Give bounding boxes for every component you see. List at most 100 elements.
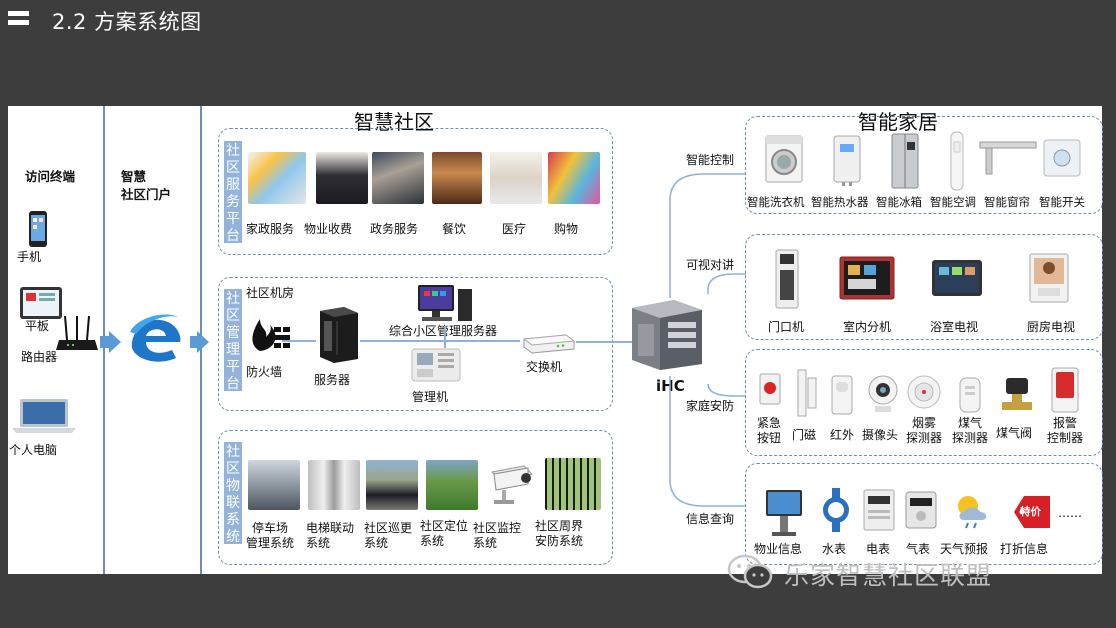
iot-label-perimeter: 社区周界 安防系统: [535, 519, 584, 548]
service-platform-tag: 社区服务平台: [224, 141, 242, 244]
server-label: 服务器: [314, 373, 351, 387]
security-label-infrared: 红外: [830, 428, 855, 442]
info-label-electric: 电表: [866, 542, 891, 556]
hub-connectors: [664, 170, 748, 510]
camera-icon: [866, 374, 900, 416]
admin-terminal-label: 管理机: [412, 390, 449, 404]
info-label-water: 水表: [822, 542, 847, 556]
security-label-valve: 煤气阀: [996, 426, 1033, 440]
infrared-sensor-icon: [830, 374, 854, 416]
intercom-label-door: 门口机: [768, 320, 805, 334]
link-firewall-server: [282, 340, 316, 342]
elevator-photo: [308, 460, 360, 510]
link-desktop: [444, 326, 446, 348]
cctv-camera-icon: [488, 462, 536, 506]
more-ellipsis: ……: [1058, 506, 1082, 520]
water-heater-icon: [830, 134, 864, 186]
service-label-property: 物业收费: [304, 222, 353, 236]
security-label-door: 门磁: [792, 428, 817, 442]
iot-label-parking: 停车场 管理系统: [245, 521, 294, 550]
home-security-label: 家庭安防: [686, 399, 735, 413]
service-label-housekeeping: 家政服务: [246, 222, 295, 236]
info-query-label: 信息查询: [686, 512, 735, 526]
laptop-label: 个人电脑: [9, 443, 58, 457]
water-meter-icon: [820, 488, 852, 532]
government-photo: [372, 152, 424, 204]
router-label: 路由器: [21, 350, 58, 364]
control-label-switch: 智能开关: [1039, 195, 1085, 209]
info-label-weather: 天气预报: [940, 542, 989, 556]
server-icon: [314, 305, 362, 363]
positioning-photo: [426, 460, 478, 510]
control-label-fridge: 智能冰箱: [876, 195, 922, 209]
security-label-camera: 摄像头: [862, 428, 899, 442]
kiosk-icon: [764, 488, 804, 538]
intercom-label-bathroom: 浴室电视: [930, 320, 979, 334]
alarm-controller-icon: [1050, 366, 1080, 414]
firewall-label: 防火墙: [246, 365, 283, 379]
complex-server-label: 综合小区管理服务器: [389, 324, 498, 338]
firewall-icon: [248, 315, 292, 353]
gas-valve-icon: [1000, 376, 1034, 416]
switch-label: 交换机: [526, 360, 563, 374]
iot-label-patrol: 社区巡更 系统: [364, 521, 413, 550]
discount-badge-text: 特价: [1020, 506, 1041, 518]
security-label-gas: 煤气 探测器: [951, 416, 988, 445]
kitchen-tv-icon: [1028, 252, 1070, 304]
gas-detector-icon: [958, 376, 982, 414]
washing-machine-icon: [764, 134, 804, 184]
admin-terminal-icon: [410, 347, 462, 383]
security-label-smoke: 烟雾 探测器: [905, 416, 942, 445]
phone-label: 手机: [17, 250, 42, 264]
intercom-label-kitchen: 厨房电视: [1027, 320, 1076, 334]
smart-switch-icon: [1042, 138, 1082, 178]
refrigerator-icon: [890, 132, 920, 190]
shopping-photo: [548, 152, 600, 204]
service-label-dining: 餐饮: [442, 222, 467, 236]
iot-label-positioning: 社区定位 系统: [420, 519, 469, 548]
medical-photo: [490, 152, 542, 204]
portal-title-2: 社区门户: [121, 187, 172, 202]
machine-room-label: 社区机房: [246, 286, 295, 300]
page-title: 2.2 方案系统图: [52, 10, 202, 34]
control-label-washer: 智能洗衣机: [747, 195, 805, 209]
electric-meter-icon: [862, 488, 896, 532]
laptop-icon: [12, 398, 76, 434]
ie-browser-icon: [128, 312, 186, 364]
security-label-emergency: 紧急 按钮: [756, 416, 781, 445]
iot-label-elevator: 电梯联动 系统: [306, 521, 355, 550]
patrol-photo: [366, 460, 418, 510]
menu-icon[interactable]: [8, 11, 29, 27]
info-label-gas: 气表: [906, 542, 931, 556]
control-label-ac: 智能空调: [930, 195, 976, 209]
management-platform-tag: 社区管理平台: [224, 289, 242, 392]
service-label-medical: 医疗: [502, 222, 527, 236]
phone-icon: [28, 210, 48, 248]
intercom-label-indoor: 室内分机: [843, 320, 892, 334]
service-label-government: 政务服务: [370, 222, 419, 236]
bathroom-tv-icon: [930, 258, 984, 298]
tablet-label: 平板: [25, 319, 50, 333]
door-sensor-icon: [796, 368, 818, 418]
iot-system-tag: 社区物联系统: [224, 442, 242, 545]
dining-photo: [432, 152, 482, 204]
access-title: 访问终端: [25, 169, 76, 184]
indoor-monitor-icon: [838, 255, 896, 301]
gas-meter-icon: [904, 490, 938, 530]
parking-photo: [248, 460, 300, 510]
link-switch-ihc: [576, 341, 632, 343]
perimeter-fence-photo: [545, 458, 601, 510]
portal-title-1: 智慧: [121, 169, 147, 184]
router-icon: [56, 314, 98, 354]
property-fee-photo: [316, 152, 368, 204]
desktop-computer-icon: [416, 283, 474, 325]
watermark-text: 乐家智慧社区联盟: [784, 561, 993, 590]
info-label-discount: 打折信息: [1000, 542, 1049, 556]
housekeeping-photo: [248, 152, 306, 204]
intercom-label: 可视对讲: [686, 258, 735, 272]
weather-forecast-icon: [950, 490, 992, 530]
curtain-rail-icon: [978, 140, 1038, 176]
control-label-heater: 智能热水器: [811, 195, 869, 209]
service-label-shopping: 购物: [554, 222, 579, 236]
smart-control-label: 智能控制: [686, 153, 735, 167]
